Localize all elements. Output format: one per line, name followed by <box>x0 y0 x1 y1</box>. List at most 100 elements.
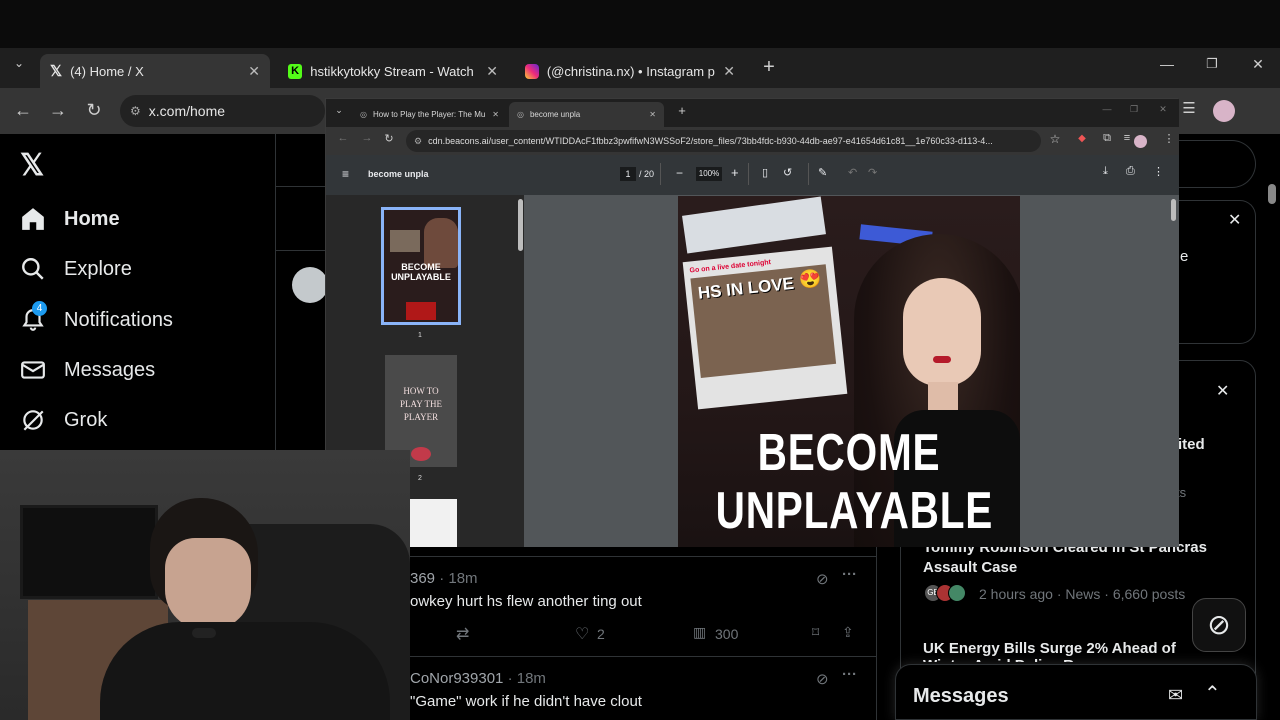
annotate-icon[interactable]: ✎ <box>818 166 827 179</box>
close-tab-icon[interactable]: ✕ <box>492 110 499 119</box>
bookmark-star-icon[interactable]: ☆ <box>1044 132 1066 146</box>
share-icon[interactable]: ⇪ <box>842 624 854 641</box>
sidebar-menu-icon[interactable]: ≡ <box>342 167 349 181</box>
back-icon[interactable]: ← <box>332 132 354 144</box>
tab-x-home[interactable]: 𝕏 (4) Home / X ✕ <box>40 54 270 88</box>
nav-notifications[interactable]: 4 Notifications <box>20 301 173 333</box>
instagram-post-graphic: Go on a live date tonight HS IN LOVE 😍 <box>682 246 848 410</box>
new-tab-icon[interactable]: + <box>758 56 780 79</box>
tab-search-chevron-icon[interactable]: ⌄ <box>332 105 346 116</box>
redo-icon[interactable]: ↷ <box>868 166 877 179</box>
grok-icon[interactable]: ⊘ <box>816 670 829 688</box>
close-tab-icon[interactable]: ✕ <box>486 63 498 80</box>
close-tab-icon[interactable]: ✕ <box>649 110 656 119</box>
reload-icon[interactable]: ↻ <box>378 132 400 145</box>
close-window-icon[interactable]: ✕ <box>1152 104 1174 115</box>
tab-kick-stream[interactable]: K hstikkytokky Stream - Watch Li ✕ <box>278 54 508 88</box>
views-icon[interactable]: ▥ <box>693 624 706 641</box>
toolbar-divider <box>748 163 749 185</box>
url-text: cdn.beacons.ai/user_content/WTIDDAcF1fbb… <box>428 136 993 146</box>
grok-icon[interactable]: ⊘ <box>816 570 829 588</box>
forward-icon[interactable]: → <box>47 100 69 121</box>
profile-avatar[interactable] <box>1134 135 1147 148</box>
minimize-icon[interactable]: — <box>1096 104 1118 114</box>
more-icon[interactable]: ··· <box>842 666 857 683</box>
undo-icon[interactable]: ↶ <box>848 166 857 179</box>
close-icon[interactable]: ✕ <box>1228 210 1241 230</box>
thumb-red-graphic <box>411 447 431 461</box>
like-count: 2 <box>597 626 605 642</box>
tab-pdf-1[interactable]: ◎ How to Play the Player: The Mu ✕ <box>352 102 507 127</box>
close-icon[interactable]: ✕ <box>1216 381 1229 401</box>
extensions-icon[interactable]: ⧉ <box>1096 132 1118 145</box>
back-icon[interactable]: ← <box>12 100 34 121</box>
restore-icon[interactable]: ❐ <box>1201 56 1223 72</box>
tab-instagram[interactable]: (@christina.nx) • Instagram pho ✕ <box>515 54 745 88</box>
tweet[interactable]: 369 · 18m ⊘ ··· owkey hurt hs flew anoth… <box>410 566 875 654</box>
tweet[interactable]: CoNor939301 · 18m ⊘ ··· "Game" work if h… <box>410 666 875 710</box>
menu-icon[interactable]: ⋮ <box>1158 132 1180 145</box>
close-tab-icon[interactable]: ✕ <box>248 63 260 80</box>
site-info-icon[interactable]: ⚙ <box>414 136 422 147</box>
tweet-handle[interactable]: CoNor939301 <box>410 670 503 687</box>
thumb-title: HOW TO PLAY THE PLAYER <box>400 386 442 422</box>
notification-badge: 4 <box>32 301 47 316</box>
address-input[interactable]: ⚙ x.com/home <box>120 95 325 127</box>
zoom-out-icon[interactable]: − <box>676 166 683 180</box>
pdf-tab-strip: ⌄ ◎ How to Play the Player: The Mu ✕ ◎ b… <box>326 99 1179 127</box>
bookmark-icon[interactable]: ⌑ <box>812 624 819 641</box>
page-scrollbar[interactable] <box>1268 184 1276 204</box>
grok-fab-icon[interactable]: ⊘ <box>1192 598 1246 652</box>
forward-icon[interactable]: → <box>356 132 378 144</box>
messages-drawer[interactable]: Messages ✉ ⌃ <box>895 664 1257 720</box>
viewer-scrollbar[interactable] <box>1171 199 1176 221</box>
close-tab-icon[interactable]: ✕ <box>723 63 735 80</box>
tab-pdf-2[interactable]: ◎ become unpla ✕ <box>509 102 664 127</box>
pdf-cover-page: Go on a live date tonight HS IN LOVE 😍 B… <box>678 196 1020 547</box>
toolbar-divider <box>808 163 809 185</box>
tab-search-chevron-icon[interactable]: ⌄ <box>8 56 30 70</box>
pdf-url-input[interactable]: ⚙ cdn.beacons.ai/user_content/WTIDDAcF1f… <box>406 130 1041 152</box>
new-message-icon[interactable]: ✉ <box>1168 685 1183 706</box>
nav-grok[interactable]: Grok <box>20 407 107 433</box>
zoom-in-icon[interactable]: + <box>731 165 739 180</box>
rotate-icon[interactable]: ↺ <box>783 166 792 179</box>
fit-page-icon[interactable]: ▯ <box>762 166 768 179</box>
trend-title[interactable]: UK Energy Bills Surge 2% Ahead of Winter… <box>923 640 1223 662</box>
row-divider <box>275 186 325 187</box>
like-icon[interactable]: ♡ <box>575 624 589 644</box>
column-divider <box>275 134 276 450</box>
nav-messages[interactable]: Messages <box>20 357 155 383</box>
minimize-icon[interactable]: — <box>1156 56 1178 72</box>
globe-icon: ◎ <box>360 110 367 119</box>
tweet-handle[interactable]: 369 <box>410 570 435 587</box>
x-logo-icon[interactable]: 𝕏 <box>20 148 44 183</box>
reload-icon[interactable]: ↻ <box>83 100 105 121</box>
extensions-icon[interactable]: ☰ <box>1178 99 1200 117</box>
retweet-icon[interactable]: ⇄ <box>456 624 469 644</box>
avatar[interactable] <box>292 267 328 303</box>
print-icon[interactable]: ⎙ <box>1126 165 1135 178</box>
nav-explore[interactable]: Explore <box>20 256 132 282</box>
more-icon[interactable]: ⋮ <box>1153 165 1164 178</box>
site-info-icon[interactable]: ⚙ <box>130 104 141 118</box>
download-icon[interactable]: ⤓ <box>1103 165 1108 178</box>
extension-icon[interactable]: ◆ <box>1071 133 1093 144</box>
tab-title: (4) Home / X <box>70 63 144 79</box>
tab-title: become unpla <box>529 110 581 119</box>
expand-icon[interactable]: ⌃ <box>1204 681 1221 706</box>
profile-avatar[interactable] <box>1213 100 1235 122</box>
thumbnail-page-1[interactable]: BECOME UNPLAYABLE <box>381 207 461 325</box>
mail-icon <box>21 361 45 379</box>
portrait-face <box>903 278 981 386</box>
thumbnail-scrollbar[interactable] <box>518 199 523 251</box>
new-tab-icon[interactable]: + <box>671 103 693 118</box>
zoom-input[interactable]: 100% <box>696 167 722 181</box>
close-window-icon[interactable]: ✕ <box>1247 56 1269 73</box>
home-icon <box>22 208 44 230</box>
restore-icon[interactable]: ❐ <box>1123 104 1145 115</box>
nav-home[interactable]: Home <box>20 206 120 232</box>
messages-drawer-title: Messages <box>913 685 1009 707</box>
more-icon[interactable]: ··· <box>842 566 857 583</box>
page-number-input[interactable]: 1 <box>620 167 636 181</box>
